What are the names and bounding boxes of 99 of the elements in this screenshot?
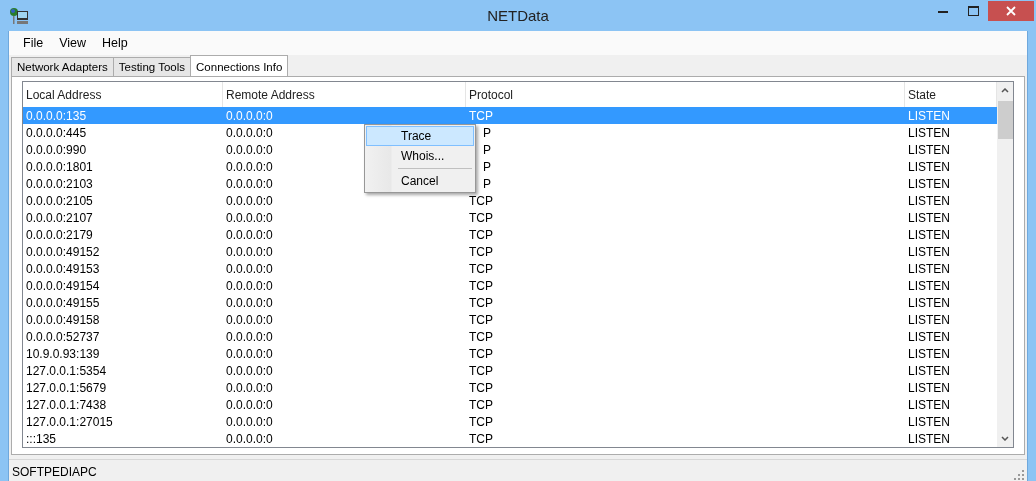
tab[interactable]: Testing Tools — [112, 57, 192, 76]
table-cell: 0.0.0.0:49158 — [26, 312, 100, 327]
table-cell: LISTEN — [908, 312, 950, 327]
table-cell: 0.0.0.0:0 — [226, 210, 273, 225]
table-cell: 0.0.0.0:0 — [226, 244, 273, 259]
table-cell: LISTEN — [908, 142, 950, 157]
table-cell: 0.0.0.0:0 — [226, 125, 273, 140]
table-cell: 0.0.0.0:2179 — [26, 227, 93, 242]
table-cell: LISTEN — [908, 108, 950, 123]
menu-item[interactable]: Cancel — [366, 171, 474, 191]
status-text: SOFTPEDIAPC — [12, 465, 97, 479]
resize-grip-icon[interactable] — [1013, 469, 1025, 481]
table-cell: 0.0.0.0:0 — [226, 346, 273, 361]
table-cell: 127.0.0.1:5679 — [26, 380, 107, 395]
table-cell: LISTEN — [908, 380, 950, 395]
maximize-icon — [967, 6, 979, 16]
table-cell: 0.0.0.0:2107 — [26, 210, 93, 225]
table-cell: 0.0.0.0:0 — [226, 431, 273, 446]
table-cell: 0.0.0.0:52737 — [26, 329, 100, 344]
tab[interactable]: Connections Info — [190, 55, 289, 77]
table-cell: LISTEN — [908, 278, 950, 293]
table-cell: LISTEN — [908, 244, 950, 259]
table-cell: LISTEN — [908, 210, 950, 225]
table-cell: 0.0.0.0:0 — [226, 397, 273, 412]
close-button[interactable] — [988, 1, 1034, 21]
table-cell: TCP — [469, 227, 493, 242]
table-cell: LISTEN — [908, 159, 950, 174]
table-cell: TCP — [469, 414, 493, 429]
table-cell: TCP — [469, 278, 493, 293]
table-cell: LISTEN — [908, 397, 950, 412]
table-cell: 0.0.0.0:0 — [226, 193, 273, 208]
table-cell: TCP — [469, 329, 493, 344]
app-icon — [9, 6, 29, 25]
menu-item[interactable]: Help — [94, 36, 136, 50]
table-cell: 0.0.0.0:49155 — [26, 295, 100, 310]
table-cell: TCP — [469, 193, 493, 208]
table-cell: 0.0.0.0:445 — [26, 125, 87, 140]
table-cell: 0.0.0.0:49152 — [26, 244, 100, 259]
table-cell: LISTEN — [908, 414, 950, 429]
table-cell: LISTEN — [908, 227, 950, 242]
menu-item[interactable]: File — [15, 36, 52, 50]
table-cell: 0.0.0.0:0 — [226, 159, 273, 174]
table-cell: 0.0.0.0:135 — [26, 108, 87, 123]
table-cell: 0.0.0.0:0 — [226, 278, 273, 293]
table-cell: 10.9.0.93:139 — [26, 346, 100, 361]
table-cell: LISTEN — [908, 329, 950, 344]
window-title: NETData — [487, 7, 549, 24]
table-cell: 0.0.0.0:990 — [26, 142, 87, 157]
table-cell: 0.0.0.0:0 — [226, 414, 273, 429]
table-cell: 0.0.0.0:0 — [226, 227, 273, 242]
table-cell: P — [483, 142, 491, 157]
table-cell: LISTEN — [908, 125, 950, 140]
table-cell: TCP — [469, 312, 493, 327]
table-cell: 0.0.0.0:49154 — [26, 278, 100, 293]
table-cell: TCP — [469, 380, 493, 395]
table-cell: LISTEN — [908, 193, 950, 208]
table-cell: 127.0.0.1:27015 — [26, 414, 113, 429]
table-cell: 0.0.0.0:0 — [226, 142, 273, 157]
table-cell: LISTEN — [908, 261, 950, 276]
table-cell: P — [483, 125, 491, 140]
table-cell: 0.0.0.0:0 — [226, 108, 273, 123]
table-cell: TCP — [469, 244, 493, 259]
scrollbar[interactable] — [997, 82, 1013, 447]
minimize-icon — [938, 9, 948, 13]
table-cell: LISTEN — [908, 295, 950, 310]
table-cell: 0.0.0.0:0 — [226, 312, 273, 327]
table-cell: LISTEN — [908, 363, 950, 378]
menu-item[interactable]: Whois... — [366, 146, 474, 166]
table-cell: 127.0.0.1:7438 — [26, 397, 107, 412]
table-cell: 0.0.0.0:2105 — [26, 193, 93, 208]
table-cell: 0.0.0.0:0 — [226, 261, 273, 276]
close-icon — [1006, 6, 1016, 16]
table-cell: 0.0.0.0:0 — [226, 295, 273, 310]
table-cell: TCP — [469, 295, 493, 310]
table-cell: 0.0.0.0:1801 — [26, 159, 93, 174]
table-cell: P — [483, 159, 491, 174]
scroll-thumb[interactable] — [997, 101, 1013, 139]
menu-item[interactable]: Trace — [366, 126, 474, 146]
table-cell: 0.0.0.0:0 — [226, 176, 273, 191]
table-cell: TCP — [469, 397, 493, 412]
tab[interactable]: Network Adapters — [11, 57, 114, 76]
table-cell: TCP — [469, 108, 493, 123]
table-cell: LISTEN — [908, 431, 950, 446]
table-cell: 127.0.0.1:5354 — [26, 363, 107, 378]
table-cell: TCP — [469, 363, 493, 378]
table-cell: TCP — [469, 210, 493, 225]
table-cell: 0.0.0.0:0 — [226, 363, 273, 378]
table-cell: :::135 — [26, 431, 57, 446]
table-cell: TCP — [469, 261, 493, 276]
table-cell: P — [483, 176, 491, 191]
table-cell: 0.0.0.0:49153 — [26, 261, 100, 276]
table-cell: 0.0.0.0:0 — [226, 329, 273, 344]
table-cell: TCP — [469, 431, 493, 446]
table-cell: TCP — [469, 346, 493, 361]
table-cell: LISTEN — [908, 346, 950, 361]
table-cell: 0.0.0.0:0 — [226, 380, 273, 395]
table-cell: 0.0.0.0:2103 — [26, 176, 93, 191]
table-cell: LISTEN — [908, 176, 950, 191]
menu-item[interactable]: View — [51, 36, 95, 50]
